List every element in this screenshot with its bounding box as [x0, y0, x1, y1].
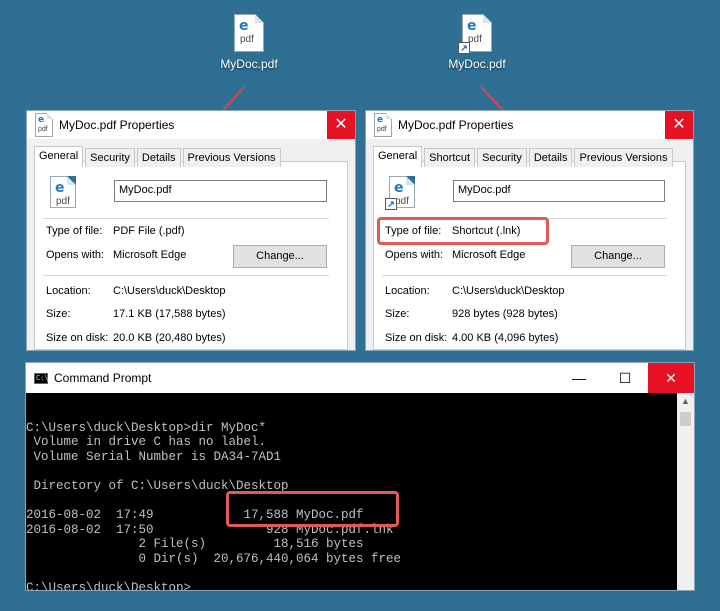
terminal-icon: C:\ — [34, 372, 49, 384]
scroll-thumb[interactable] — [680, 412, 691, 426]
dialog-title: MyDoc.pdf Properties — [398, 118, 514, 132]
location-label: Location: — [46, 285, 91, 297]
title-bar: e pdf MyDoc.pdf Properties ✕ — [27, 111, 355, 139]
location-label: Location: — [385, 285, 430, 297]
size-value: 17.1 KB (17,588 bytes) — [113, 308, 226, 320]
desktop-icon-shortcut[interactable]: e pdf ↗ MyDoc.pdf — [437, 14, 517, 71]
file-name-input[interactable]: MyDoc.pdf — [453, 180, 665, 202]
general-panel: e pdf ↗ MyDoc.pdf Type of file: Shortcut (… — [373, 161, 686, 350]
tab-general[interactable]: General — [34, 146, 84, 167]
console-line: C:\Users\duck\Desktop>dir MyDoc* — [26, 420, 267, 435]
window-controls: — ☐ ✕ — [556, 363, 694, 393]
tab-strip: General Shortcut Security Details Previo… — [366, 139, 693, 167]
size-label: Size: — [46, 308, 71, 320]
pdf-file-icon: e pdf — [50, 176, 76, 208]
pdf-shortcut-icon: e pdf ↗ — [458, 14, 492, 54]
title-bar: C:\ Command Prompt — ☐ ✕ — [26, 363, 694, 393]
tab-details[interactable]: Details — [528, 148, 573, 167]
tab-shortcut[interactable]: Shortcut — [424, 148, 476, 167]
change-button[interactable]: Change... — [571, 245, 665, 268]
size-on-disk-value: 4.00 KB (4,096 bytes) — [452, 332, 559, 344]
shortcut-arrow-icon: ↗ — [458, 42, 470, 54]
opens-with-label: Opens with: — [46, 249, 105, 261]
opens-with-value: Microsoft Edge — [452, 249, 526, 261]
vertical-scrollbar[interactable]: ▲ — [677, 393, 694, 590]
location-value: C:\Users\duck\Desktop — [452, 285, 565, 297]
console-line: Volume Serial Number is DA34-7AD1 — [26, 449, 282, 464]
tab-previous-versions[interactable]: Previous Versions — [574, 148, 673, 167]
close-button[interactable]: ✕ — [648, 363, 694, 393]
size-on-disk-value: 20.0 KB (20,480 bytes) — [113, 332, 226, 344]
desktop-icon-label: MyDoc.pdf — [448, 57, 506, 71]
divider — [382, 275, 667, 276]
type-label: Type of file: — [46, 225, 103, 237]
tab-strip: General Security Details Previous Versio… — [27, 139, 355, 167]
pdf-file-icon: e pdf — [234, 14, 264, 52]
desktop-icon-label: MyDoc.pdf — [220, 57, 278, 71]
divider — [43, 275, 329, 276]
size-value: 928 bytes (928 bytes) — [452, 308, 558, 320]
window-title: Command Prompt — [54, 371, 152, 385]
general-panel: e pdf MyDoc.pdf Type of file: PDF File (.… — [34, 161, 348, 350]
dialog-title: MyDoc.pdf Properties — [59, 118, 175, 132]
minimize-button[interactable]: — — [556, 363, 602, 393]
tab-security[interactable]: Security — [477, 148, 527, 167]
change-button[interactable]: Change... — [233, 245, 327, 268]
console-line: 0 Dir(s) 20,676,440,064 bytes free — [26, 551, 402, 566]
command-prompt-window: C:\ Command Prompt — ☐ ✕ C:\Users\duck\D… — [25, 362, 695, 591]
tab-previous-versions[interactable]: Previous Versions — [182, 148, 281, 167]
size-label: Size: — [385, 308, 410, 320]
maximize-button[interactable]: ☐ — [602, 363, 648, 393]
type-value: PDF File (.pdf) — [113, 225, 185, 237]
pdf-file-icon: e pdf — [35, 113, 53, 137]
highlight-box — [377, 217, 549, 245]
pdf-shortcut-icon: e pdf — [374, 113, 392, 137]
highlight-box — [226, 491, 399, 527]
file-name-input[interactable]: MyDoc.pdf — [114, 180, 327, 202]
properties-dialog-pdf: e pdf MyDoc.pdf Properties ✕ General Secu… — [26, 110, 356, 351]
opens-with-label: Opens with: — [385, 249, 444, 261]
divider — [43, 218, 329, 219]
location-value: C:\Users\duck\Desktop — [113, 285, 226, 297]
console-line: Volume in drive C has no label. — [26, 435, 267, 450]
tab-details[interactable]: Details — [136, 148, 181, 167]
console-line: C:\Users\duck\Desktop> — [26, 581, 192, 590]
desktop-icon-pdf[interactable]: e pdf MyDoc.pdf — [209, 14, 289, 71]
scroll-up-icon[interactable]: ▲ — [677, 393, 694, 410]
size-on-disk-label: Size on disk: — [385, 332, 448, 344]
tab-general[interactable]: General — [373, 146, 423, 167]
size-on-disk-label: Size on disk: — [46, 332, 109, 344]
close-button[interactable]: ✕ — [327, 111, 355, 139]
shortcut-arrow-icon: ↗ — [385, 198, 397, 210]
console-line: 2 File(s) 18,516 bytes — [26, 537, 364, 552]
pdf-shortcut-icon: e pdf ↗ — [385, 176, 415, 210]
opens-with-value: Microsoft Edge — [113, 249, 187, 261]
close-button[interactable]: ✕ — [665, 111, 693, 139]
title-bar: e pdf MyDoc.pdf Properties ✕ — [366, 111, 693, 139]
tab-security[interactable]: Security — [85, 148, 135, 167]
properties-dialog-shortcut: e pdf MyDoc.pdf Properties ✕ General Shor… — [365, 110, 694, 351]
